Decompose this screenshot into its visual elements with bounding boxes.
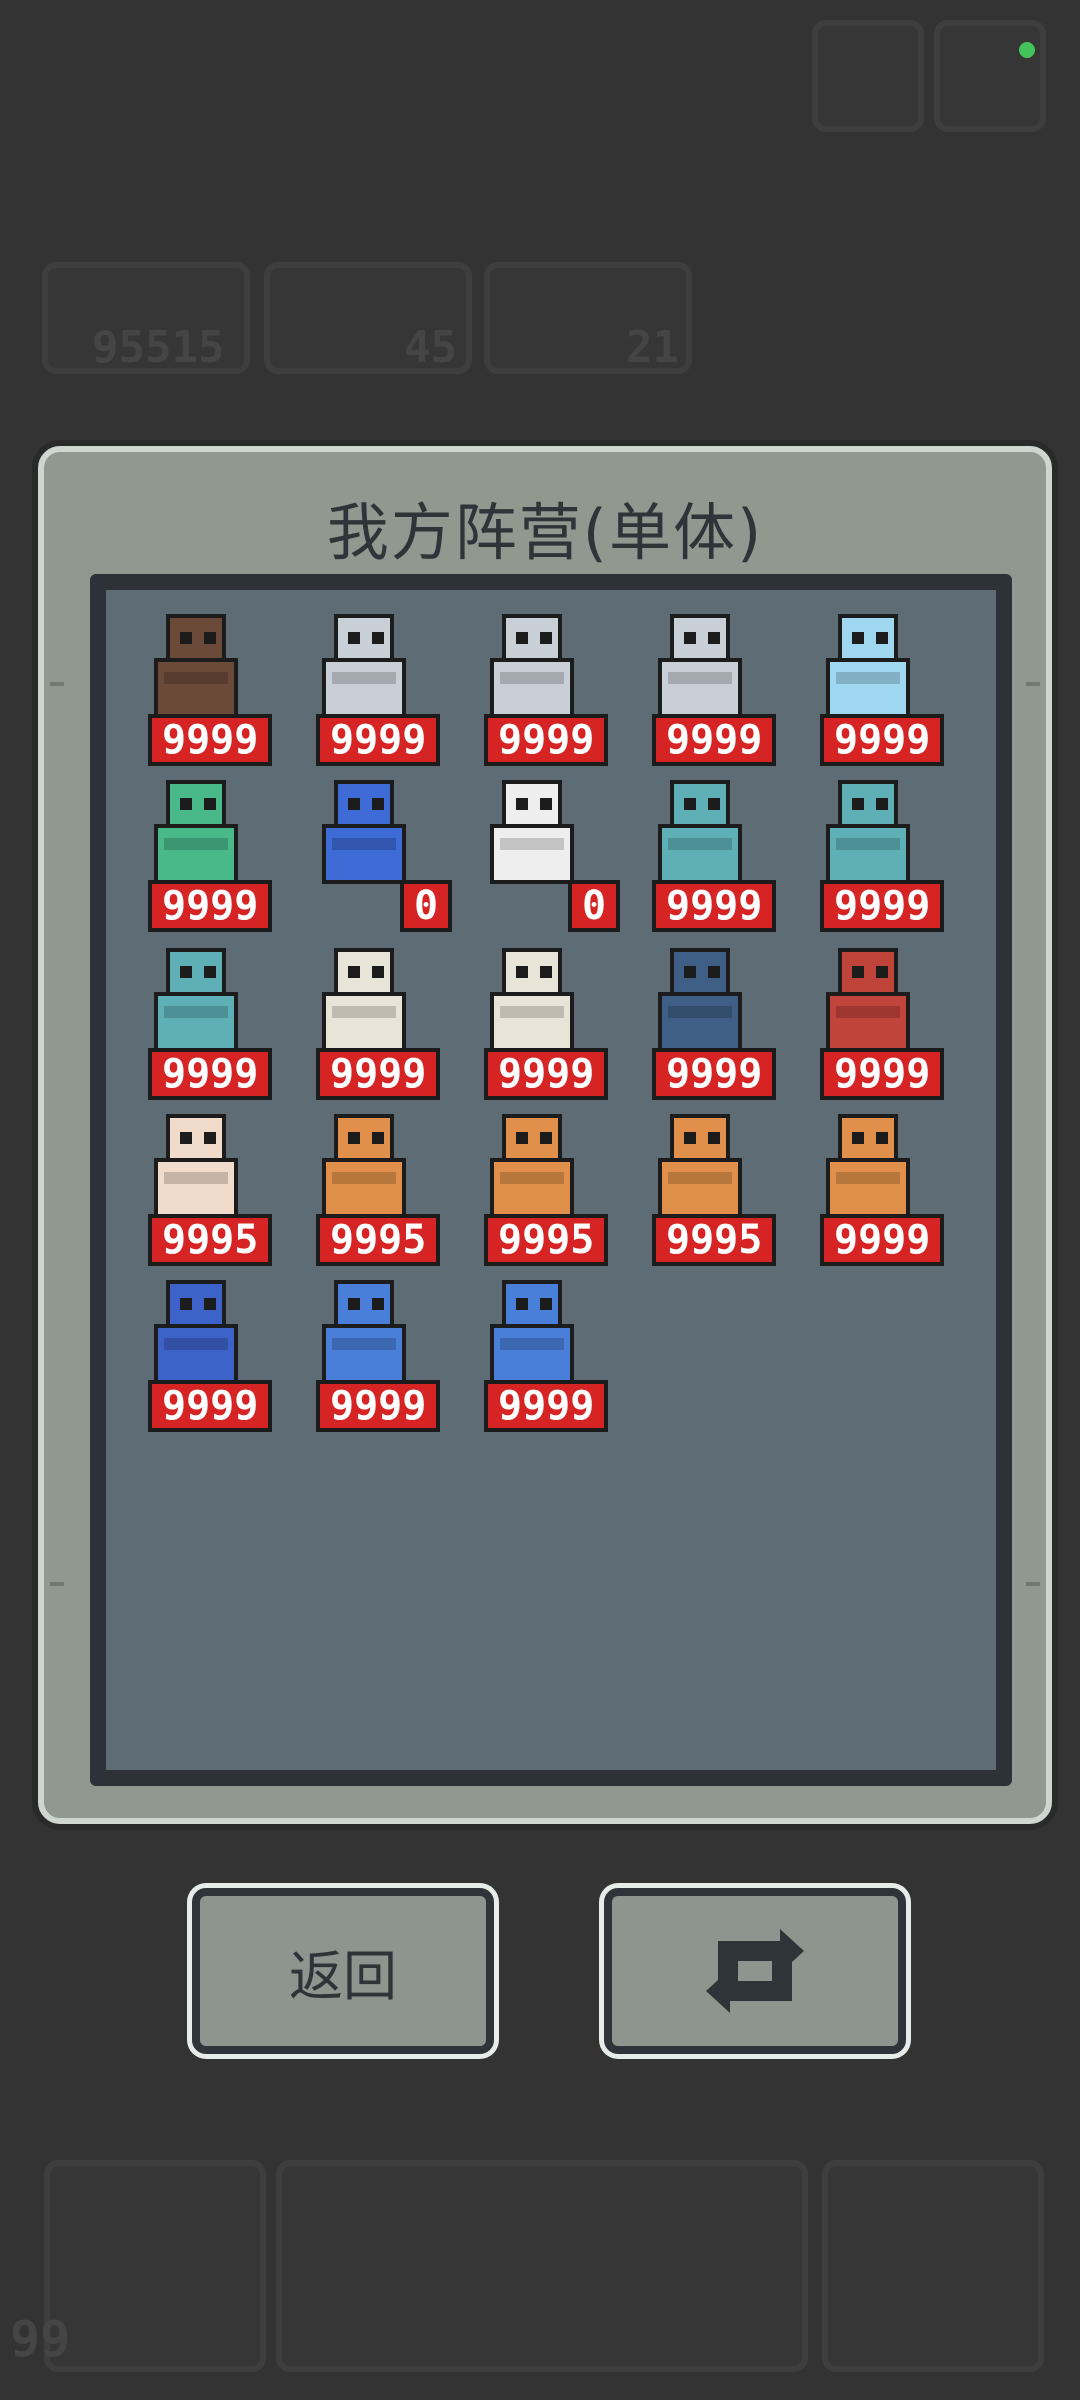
orange-haired-zombie-icon — [154, 948, 238, 1052]
unit-slot[interactable]: 9999 — [616, 770, 784, 938]
unit-count-badge: 9995 — [148, 1214, 273, 1266]
background-top-button-2 — [934, 20, 1046, 132]
unit-slot[interactable]: 0 — [280, 770, 453, 938]
unit-slot[interactable]: 9999 — [616, 938, 784, 1106]
eye-orb-guardian-icon — [490, 614, 574, 718]
unit-count-badge: 0 — [568, 880, 621, 932]
unit-slot[interactable]: 9999 — [112, 604, 280, 772]
background-bottom-count: 99 — [10, 2310, 71, 2368]
unit-slot[interactable]: 0 — [448, 770, 621, 938]
tree-root-creature-icon — [154, 614, 238, 718]
unit-count-badge: 9999 — [148, 1048, 273, 1100]
unit-slot[interactable]: 9999 — [448, 604, 616, 772]
orange-head-brute-icon — [322, 1114, 406, 1218]
unit-count-badge: 9999 — [820, 1214, 945, 1266]
unit-grid-panel: 9999 9999 9999 9999 9999 9999 0 0 9999 9999 9999 99… — [90, 574, 1012, 1786]
unit-count-badge: 9999 — [316, 1048, 441, 1100]
unit-slot[interactable]: 9999 — [784, 770, 952, 938]
unit-count-badge: 9999 — [484, 714, 609, 766]
spiked-blue-beast-icon — [658, 948, 742, 1052]
refresh-icon — [612, 1896, 898, 2046]
white-haired-elder-icon — [490, 948, 574, 1052]
unit-slot[interactable]: 9999 — [280, 1270, 448, 1438]
dialog-title: 我方阵营(单体) — [326, 496, 764, 569]
orange-head-brute-icon — [658, 1114, 742, 1218]
unit-slot[interactable]: 9999 — [280, 938, 448, 1106]
unit-count-badge: 9999 — [652, 1048, 777, 1100]
blue-cyclops-blob-icon — [322, 1280, 406, 1384]
unit-slot[interactable]: 9999 — [448, 1270, 616, 1438]
unit-slot[interactable]: 9999 — [784, 604, 952, 772]
unit-count-badge: 9999 — [148, 714, 273, 766]
eye-orb-guardian-icon — [322, 614, 406, 718]
ice-flame-spirit-icon — [826, 614, 910, 718]
unit-count-badge: 0 — [400, 880, 453, 932]
background-bottom-slot-2 — [276, 2160, 808, 2372]
orange-haired-zombie-icon — [658, 780, 742, 884]
background-resource-count-2: 45 — [404, 322, 457, 373]
unit-count-badge: 9999 — [652, 880, 777, 932]
blue-trash-can-icon — [154, 1280, 238, 1384]
orange-haired-zombie-icon — [826, 780, 910, 884]
background-resource-count-3: 21 — [626, 322, 679, 373]
back-button-label: 返回 — [289, 1944, 397, 2008]
unit-count-badge: 9999 — [148, 880, 273, 932]
back-button[interactable]: 返回 — [192, 1888, 494, 2054]
online-indicator — [1019, 42, 1035, 58]
white-ghost-icon — [490, 780, 574, 884]
white-haired-elder-icon — [322, 948, 406, 1052]
glasses-scientist-icon — [154, 1114, 238, 1218]
unit-slot[interactable]: 9999 — [112, 938, 280, 1106]
eye-orb-guardian-icon — [658, 614, 742, 718]
team-dialog: 我方阵营(单体) 9999 9999 9999 9999 9999 9999 0 0 9999 9… — [38, 446, 1052, 1824]
background-top-button-1 — [812, 20, 924, 132]
unit-count-badge: 9999 — [820, 714, 945, 766]
unit-slot[interactable]: 9995 — [616, 1104, 784, 1272]
orange-head-brute-icon — [826, 1114, 910, 1218]
unit-slot[interactable]: 9999 — [784, 1104, 952, 1272]
unit-count-badge: 9999 — [820, 880, 945, 932]
unit-count-badge: 9999 — [316, 1380, 441, 1432]
unit-count-badge: 9995 — [484, 1214, 609, 1266]
unit-count-badge: 9999 — [820, 1048, 945, 1100]
unit-count-badge: 9999 — [652, 714, 777, 766]
frame-notch — [1026, 1582, 1040, 1586]
unit-count-badge: 9999 — [484, 1380, 609, 1432]
green-mantis-golem-icon — [154, 780, 238, 884]
frame-notch — [50, 1582, 64, 1586]
blue-crystal-cluster-icon — [322, 780, 406, 884]
background-bottom-slot-1 — [44, 2160, 266, 2372]
frame-notch — [1026, 682, 1040, 686]
unit-slot[interactable]: 9995 — [112, 1104, 280, 1272]
unit-count-badge: 9999 — [484, 1048, 609, 1100]
background-bottom-slot-3 — [822, 2160, 1044, 2372]
unit-count-badge: 9995 — [652, 1214, 777, 1266]
unit-slot[interactable]: 9995 — [448, 1104, 616, 1272]
unit-count-badge: 9999 — [316, 714, 441, 766]
blue-cyclops-blob-icon — [490, 1280, 574, 1384]
unit-slot[interactable]: 9999 — [280, 604, 448, 772]
background-resource-count-1: 95515 — [92, 322, 225, 373]
red-maw-plant-icon — [826, 948, 910, 1052]
unit-slot[interactable]: 9999 — [448, 938, 616, 1106]
unit-count-badge: 9999 — [148, 1380, 273, 1432]
unit-count-badge: 9995 — [316, 1214, 441, 1266]
unit-slot[interactable]: 9999 — [616, 604, 784, 772]
unit-slot[interactable]: 9999 — [112, 1270, 280, 1438]
refresh-button[interactable] — [604, 1888, 906, 2054]
unit-slot[interactable]: 9999 — [112, 770, 280, 938]
unit-slot[interactable]: 9995 — [280, 1104, 448, 1272]
frame-notch — [50, 682, 64, 686]
unit-slot[interactable]: 9999 — [784, 938, 952, 1106]
orange-head-brute-icon — [490, 1114, 574, 1218]
